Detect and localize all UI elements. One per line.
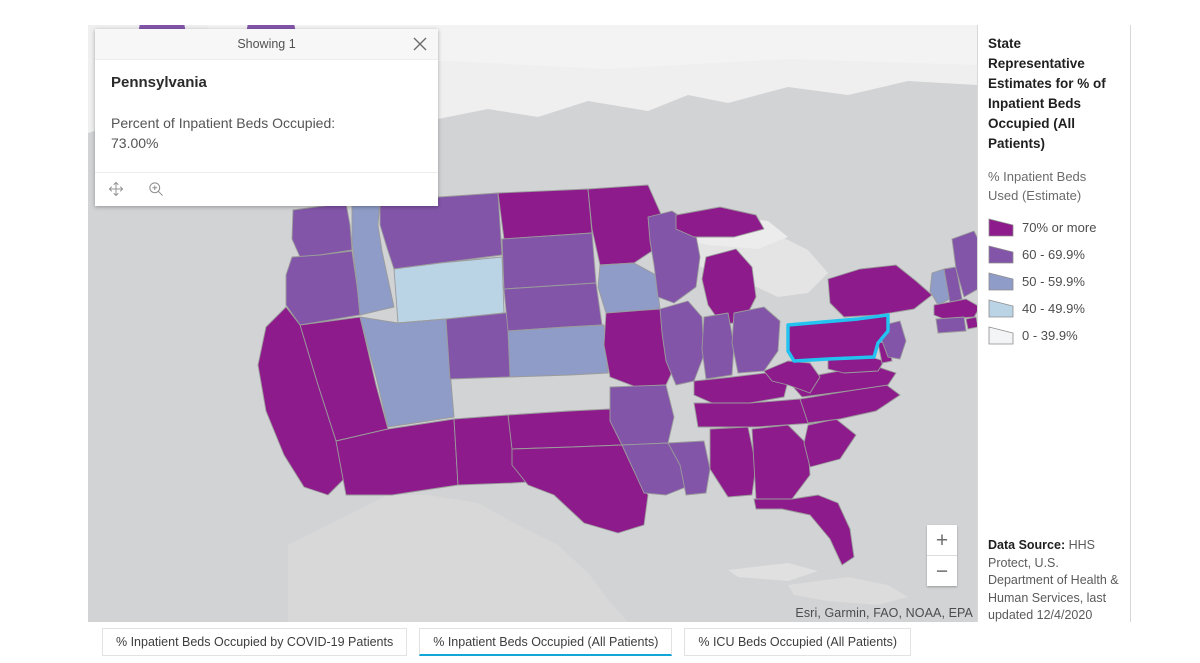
legend-label: 60 - 69.9%: [1022, 246, 1085, 262]
legend-data-source: Data Source: HHS Protect, U.S. Departmen…: [988, 537, 1121, 625]
dashboard-root: Esri, Garmin, FAO, NOAA, EPA + − Showing…: [0, 0, 1200, 663]
tab-bar[interactable]: % Inpatient Beds Occupied by COVID-19 Pa…: [0, 628, 1200, 658]
legend-swatch-icon: [988, 298, 1014, 318]
popup-feature-title: Pennsylvania: [111, 74, 207, 91]
zoom-controls[interactable]: + −: [927, 525, 957, 586]
legend-swatch-icon: [988, 271, 1014, 291]
legend-items: 70% or more 60 - 69.9% 50 - 59.9% 40 - 49.9…: [988, 214, 1120, 349]
legend-panel: State Representative Estimates for % of …: [977, 25, 1131, 622]
state-IN[interactable]: [701, 312, 735, 380]
state-TN[interactable]: [693, 398, 819, 428]
state-CT[interactable]: [935, 316, 967, 334]
legend-row: 60 - 69.9%: [988, 241, 1120, 268]
tab-0[interactable]: % Inpatient Beds Occupied by COVID-19 Pa…: [102, 628, 408, 656]
state-SD[interactable]: [501, 232, 597, 290]
state-AR[interactable]: [609, 384, 675, 446]
state-OK[interactable]: [507, 408, 623, 450]
legend-swatch-icon: [988, 244, 1014, 264]
zoom-in-button[interactable]: +: [927, 525, 957, 556]
zoom-in-icon[interactable]: [145, 178, 167, 200]
legend-row: 0 - 39.9%: [988, 322, 1120, 349]
popup-field-label: Percent of Inpatient Beds Occupied:: [111, 115, 336, 131]
zoom-out-button[interactable]: −: [927, 556, 957, 586]
state-OR[interactable]: [285, 250, 361, 326]
legend-title: State Representative Estimates for % of …: [988, 36, 1106, 151]
state-KS[interactable]: [507, 324, 609, 378]
popup-showing-count: Showing 1: [237, 37, 296, 51]
state-WA[interactable]: [291, 202, 353, 258]
legend-row: 70% or more: [988, 214, 1120, 241]
tab-1[interactable]: % Inpatient Beds Occupied (All Patients): [419, 628, 673, 656]
popup-field-value: 73.00%: [111, 135, 159, 152]
map-attribution: Esri, Garmin, FAO, NOAA, EPA: [795, 606, 973, 620]
data-source-label: Data Source:: [988, 538, 1066, 552]
popup-body: Pennsylvania Percent of Inpatient Beds O…: [95, 60, 438, 173]
state-ND[interactable]: [497, 188, 593, 240]
legend-row: 50 - 59.9%: [988, 268, 1120, 295]
feature-popup[interactable]: Showing 1 Pennsylvania Percent of Inpati…: [95, 29, 438, 206]
state-NE[interactable]: [503, 282, 603, 332]
legend-label: 40 - 49.9%: [1022, 300, 1085, 316]
legend-subtitle: % Inpatient Beds Used (Estimate): [988, 168, 1087, 203]
legend-swatch-icon: [988, 325, 1014, 345]
legend-label: 0 - 39.9%: [1022, 327, 1078, 343]
legend-label: 50 - 59.9%: [1022, 273, 1085, 289]
pan-icon[interactable]: [105, 178, 127, 200]
popup-actions[interactable]: [95, 172, 438, 206]
popup-header: Showing 1: [95, 29, 438, 60]
tab-2[interactable]: % ICU Beds Occupied (All Patients): [684, 628, 912, 656]
state-WY[interactable]: [393, 256, 505, 324]
legend-row: 40 - 49.9%: [988, 295, 1120, 322]
close-icon[interactable]: [410, 34, 430, 54]
legend-label: 70% or more: [1022, 219, 1097, 235]
legend-swatch-icon: [988, 217, 1014, 237]
state-RI[interactable]: [965, 316, 977, 330]
